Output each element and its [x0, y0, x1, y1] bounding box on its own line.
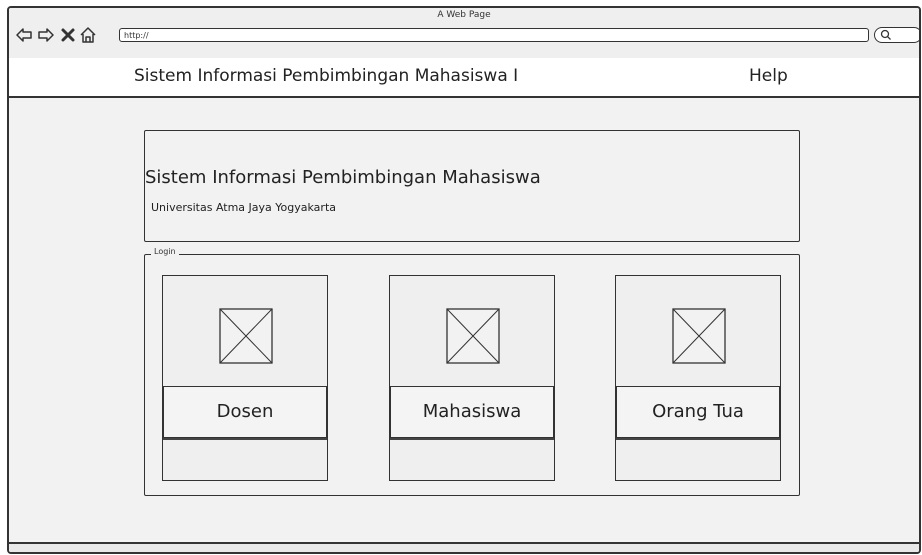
header-title: Sistem Informasi Pembimbingan Mahasiswa [145, 167, 541, 188]
login-group: Login Dosen Mahasiswa Orang Tua [144, 247, 800, 496]
forward-arrow-icon[interactable] [37, 26, 55, 44]
login-card-dosen[interactable]: Dosen [162, 275, 328, 481]
login-legend: Login [151, 247, 179, 256]
main-content: Sistem Informasi Pembimbingan Mahasiswa … [9, 98, 919, 552]
window-title: A Web Page [437, 10, 491, 20]
search-icon [880, 29, 891, 40]
stop-close-icon[interactable] [59, 26, 77, 44]
image-placeholder-icon [219, 308, 273, 364]
login-option-label[interactable]: Dosen [163, 386, 327, 438]
back-arrow-icon[interactable] [15, 26, 33, 44]
app-menubar: Sistem Informasi Pembimbingan Mahasiswa … [9, 58, 919, 98]
header-panel: Sistem Informasi Pembimbingan Mahasiswa … [144, 130, 800, 242]
app-title: Sistem Informasi Pembimbingan Mahasiswa … [134, 66, 519, 86]
login-card-orang-tua[interactable]: Orang Tua [615, 275, 781, 481]
login-option-label[interactable]: Mahasiswa [390, 386, 554, 438]
help-link[interactable]: Help [749, 66, 788, 86]
browser-search-field[interactable] [874, 27, 919, 43]
home-icon[interactable] [79, 26, 97, 44]
browser-window: A Web Page http:// Sistem Informasi Pemb… [7, 6, 921, 554]
header-subtitle: Universitas Atma Jaya Yogyakarta [151, 201, 336, 214]
login-card-mahasiswa[interactable]: Mahasiswa [389, 275, 555, 481]
image-placeholder-icon [446, 308, 500, 364]
url-input[interactable]: http:// [119, 28, 869, 42]
browser-titlebar: A Web Page http:// [9, 8, 919, 60]
login-option-label[interactable]: Orang Tua [616, 386, 780, 438]
image-placeholder-icon [672, 308, 726, 364]
status-bar [9, 542, 919, 552]
